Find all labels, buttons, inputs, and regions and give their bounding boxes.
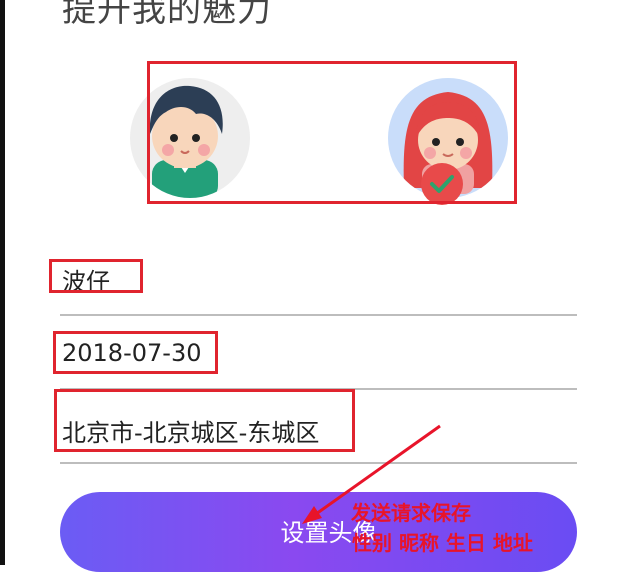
annotation-line-1: 发送请求保存	[351, 501, 471, 525]
birthday-highlight-box	[53, 331, 218, 374]
annotation-line-2: 性别 昵称 生日 地址	[352, 531, 533, 555]
address-highlight-box	[54, 389, 355, 452]
avatar-highlight-box	[147, 61, 517, 204]
page-title: 提升我的魅力	[62, 0, 272, 30]
window-edge	[0, 0, 5, 565]
nickname-highlight-box	[49, 259, 143, 293]
nickname-underline	[60, 314, 577, 316]
address-underline	[60, 462, 577, 464]
